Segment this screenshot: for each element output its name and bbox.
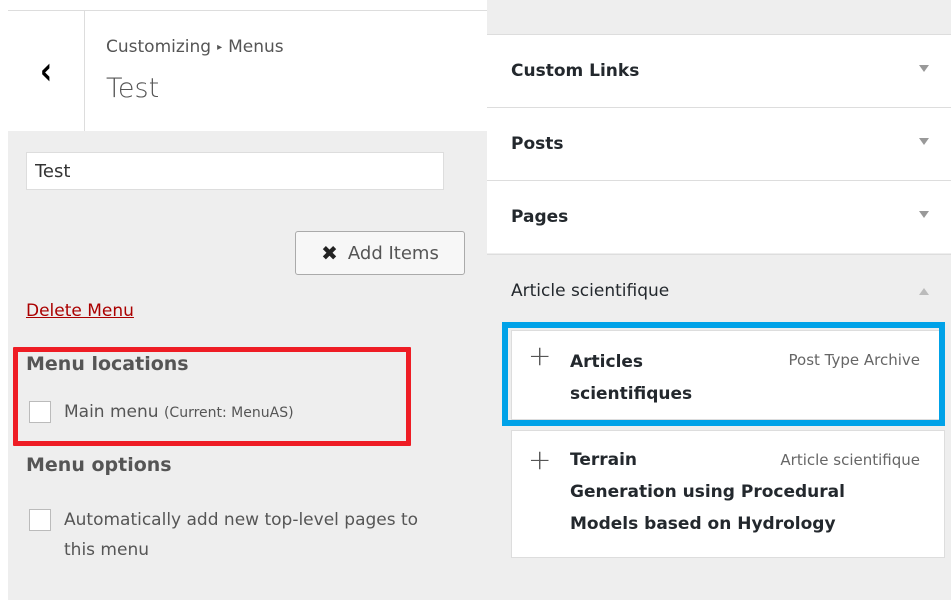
main-menu-current: (Current: MenuAS) [163,405,294,421]
auto-add-pages-label-line1: Automatically add new top-level pages to [64,510,419,530]
add-items-label: Add Items [347,242,439,264]
menu-name-input[interactable] [26,152,444,190]
auto-add-pages-label: Automatically add new top-level pages to… [64,505,418,565]
item-type: Article scientifique [780,451,920,469]
breadcrumb-root: Customizing [106,37,212,57]
chevron-down-icon [919,211,929,218]
chevron-left-icon: ‹ [39,48,53,94]
delete-menu-link[interactable]: Delete Menu [26,301,134,321]
main-menu-checkbox[interactable] [29,401,51,423]
auto-add-pages-label-line2: this menu [64,540,149,560]
section-pages[interactable]: Pages [487,180,951,253]
section-label: Posts [511,134,564,154]
menu-options-heading: Menu options [26,454,172,476]
section-label: Custom Links [511,61,640,81]
auto-add-pages-checkbox[interactable] [29,509,51,531]
item-highlight [502,322,945,426]
back-button[interactable]: ‹ [8,11,85,131]
breadcrumb: Customizing ▸ Menus [106,37,284,57]
close-icon: ✖ [321,241,338,265]
item-title-line2: Generation using Procedural [570,482,845,502]
main-menu-label: Main menu (Current: MenuAS) [64,397,294,428]
section-article-scientifique[interactable]: Article scientifique [487,254,951,327]
section-custom-links[interactable]: Custom Links [487,34,951,107]
chevron-up-icon [919,288,929,295]
breadcrumb-separator-icon: ▸ [217,42,223,53]
section-label: Pages [511,207,569,227]
add-items-button[interactable]: ✖ Add Items [295,231,465,275]
section-label: Article scientifique [511,281,670,301]
menu-settings: ✖ Add Items Delete Menu Menu locations M… [8,131,487,600]
list-item[interactable]: + Terrain Generation using Procedural Mo… [511,430,945,558]
section-posts[interactable]: Posts [487,107,951,180]
panel-header: ‹ Customizing ▸ Menus Test [8,10,487,132]
customizer-panel: ‹ Customizing ▸ Menus Test ✖ Add Items Del… [0,0,487,600]
breadcrumb-section: Menus [228,37,284,57]
item-title-line1: Terrain [570,450,638,470]
chevron-down-icon [919,138,929,145]
add-menu-items-panel: Custom Links Posts Pages Article scienti… [487,0,951,600]
main-menu-location-name: Main menu [64,402,159,422]
plus-icon: + [528,443,552,476]
menu-locations-heading: Menu locations [26,353,189,375]
chevron-down-icon [919,65,929,72]
item-title-line3: Models based on Hydrology [570,514,836,534]
panel-title: Test [106,73,160,104]
